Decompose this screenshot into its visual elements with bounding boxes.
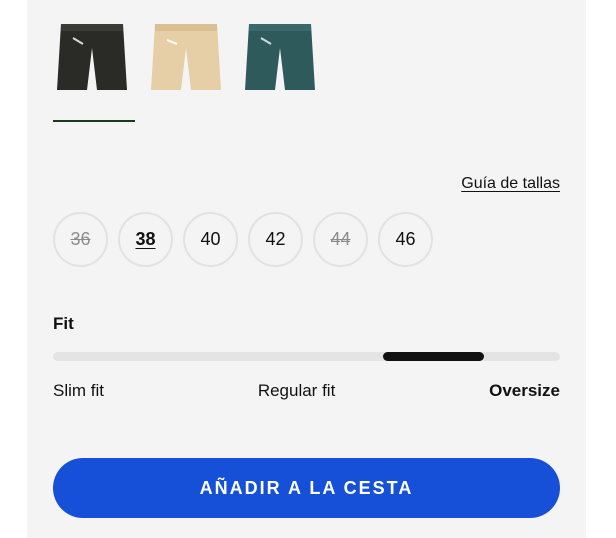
variant-blue-green-denim[interactable] [241,14,319,100]
variant-beige-denim[interactable] [147,14,225,100]
size-option-38[interactable]: 38 [118,212,173,267]
fit-scale-indicator [382,352,484,361]
selected-variant-indicator [53,120,135,122]
fit-label-regular: Regular fit [257,381,336,400]
size-guide-link[interactable]: Guía de tallas [461,175,560,193]
variant-black-denim[interactable] [53,14,131,100]
fit-scale-track [53,352,560,361]
add-to-cart-button[interactable]: AÑADIR A LA CESTA [53,458,560,518]
size-option-46[interactable]: 46 [378,212,433,267]
shorts-blue-green-image [245,24,315,90]
fit-scale-labels: Slim fit Regular fit Oversize [53,381,560,401]
size-option-44[interactable]: 44 [313,212,368,267]
fit-label-oversize: Oversize [489,381,560,400]
color-variants [53,14,319,100]
fit-label-slim: Slim fit [53,381,104,400]
fit-title: Fit [53,314,74,333]
size-selector: 36 38 40 42 44 46 [53,212,433,267]
shorts-beige-image [151,24,221,90]
size-option-40[interactable]: 40 [183,212,238,267]
size-option-42[interactable]: 42 [248,212,303,267]
shorts-black-image [57,24,127,90]
size-option-36[interactable]: 36 [53,212,108,267]
